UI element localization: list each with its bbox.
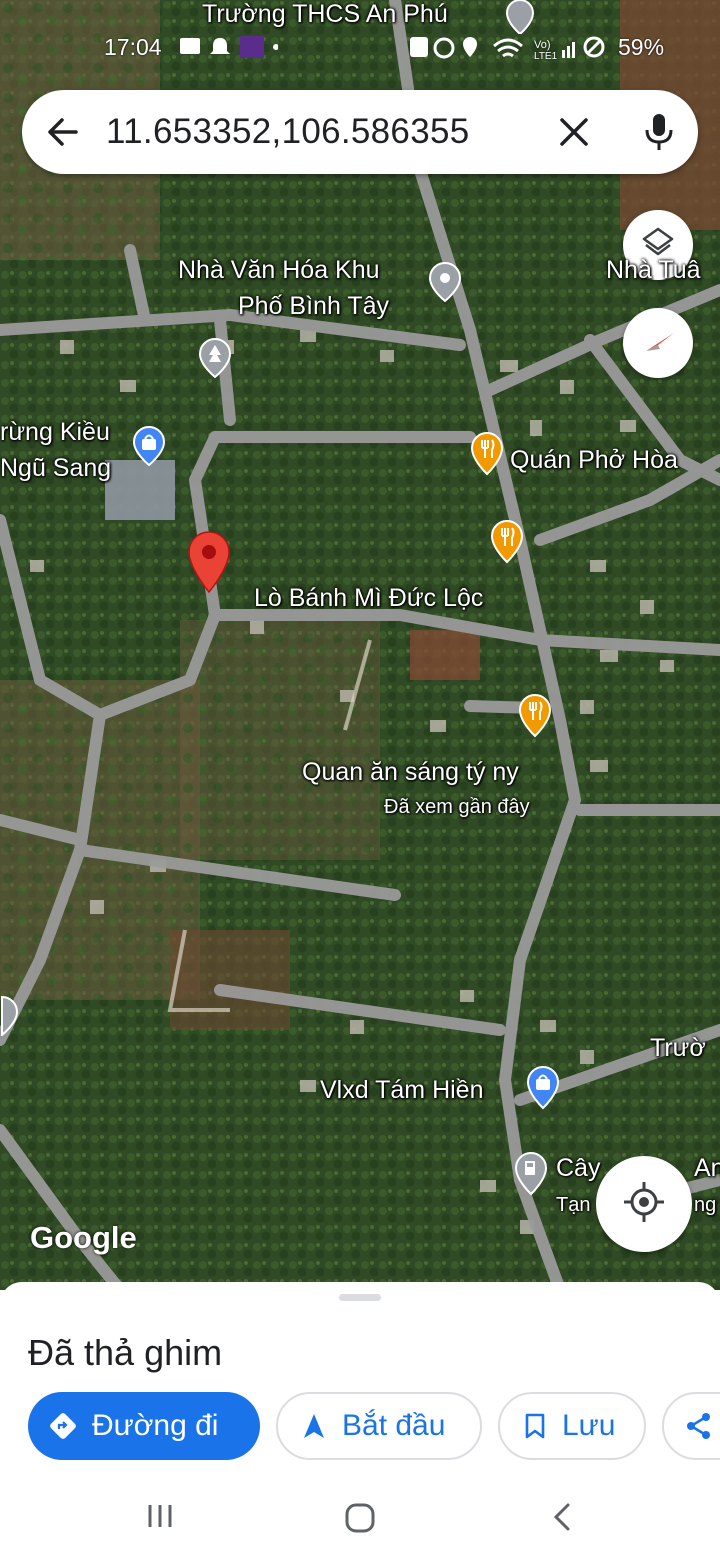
shopping-poi-icon[interactable] <box>526 1066 560 1110</box>
park-poi-icon[interactable] <box>198 338 232 378</box>
poi-sublabel-tan: Tạn <box>556 1194 591 1216</box>
map-view[interactable]: 17:04 Vo) LTE1 59% Trường THCS An Phú 11… <box>0 0 720 1290</box>
app-icon <box>240 36 264 58</box>
start-label: Bắt đầu <box>342 1409 446 1442</box>
status-bar: 17:04 Vo) LTE1 59% <box>0 28 720 68</box>
poi-label-cay-right[interactable]: An <box>694 1154 720 1183</box>
gas-station-poi-icon[interactable] <box>514 1152 548 1196</box>
drag-handle[interactable] <box>339 1294 381 1301</box>
poi-label-quan-an[interactable]: Quan ăn sáng tý ny <box>302 758 519 787</box>
search-bar[interactable]: 11.653352,106.586355 <box>22 90 698 174</box>
status-time: 17:04 <box>104 34 162 60</box>
gallery-icon <box>180 38 200 54</box>
system-nav-bar <box>0 1470 720 1560</box>
compass-button[interactable] <box>623 308 693 378</box>
poi-label-cultural-house-2[interactable]: Phố Bình Tây <box>238 292 389 321</box>
home-icon[interactable] <box>344 1502 376 1539</box>
battery-level: 59% <box>618 34 665 60</box>
shopping-poi-icon[interactable] <box>132 426 166 466</box>
recent-apps-icon[interactable] <box>146 1502 174 1535</box>
restaurant-poi-icon[interactable] <box>518 694 552 738</box>
dropped-pin-icon[interactable] <box>186 530 232 594</box>
directions-icon <box>50 1413 76 1439</box>
place-poi-icon[interactable] <box>0 996 20 1036</box>
poi-label-vlxd[interactable]: Vlxd Tám Hiền <box>320 1076 484 1105</box>
svg-text:Vo): Vo) <box>534 39 551 51</box>
poi-label-banh-mi[interactable]: Lò Bánh Mì Đức Lộc <box>254 584 483 613</box>
microphone-icon[interactable] <box>642 110 676 159</box>
google-attribution: Google <box>30 1220 137 1255</box>
compass-icon <box>638 321 678 366</box>
start-button[interactable]: Bắt đầu <box>276 1392 482 1460</box>
sheet-title: Đã thả ghim <box>28 1332 223 1373</box>
poi-sublabel-recent: Đã xem gần đây <box>384 796 530 818</box>
poi-label-school-top[interactable]: Trường THCS An Phú <box>202 0 448 29</box>
search-query[interactable]: 11.653352,106.586355 <box>106 112 470 152</box>
back-nav-icon[interactable] <box>550 1502 574 1537</box>
restaurant-poi-icon[interactable] <box>490 520 524 564</box>
bookmark-icon <box>524 1412 546 1440</box>
system-status-icons: Vo) LTE1 <box>408 32 608 68</box>
poi-label-cay[interactable]: Cây <box>556 1154 600 1183</box>
arrow-back-icon[interactable] <box>46 112 82 157</box>
navigation-arrow-icon <box>302 1412 326 1440</box>
crosshair-icon <box>622 1180 666 1229</box>
bell-icon <box>210 38 230 54</box>
svg-text:LTE1: LTE1 <box>534 51 558 62</box>
share-icon <box>684 1411 714 1441</box>
save-button[interactable]: Lưu <box>498 1392 646 1460</box>
poi-label-kieu-1[interactable]: rừng Kiều <box>0 418 110 447</box>
close-icon[interactable] <box>556 112 592 157</box>
restaurant-poi-icon[interactable] <box>470 432 504 476</box>
poi-label-top-right[interactable]: Nhà Tuâ <box>606 256 701 285</box>
directions-label: Đường đi <box>92 1409 219 1442</box>
poi-label-cultural-house-1[interactable]: Nhà Văn Hóa Khu <box>178 256 380 285</box>
poi-label-pho-hoa[interactable]: Quán Phở Hòa <box>510 446 678 475</box>
poi-label-truong-right[interactable]: Trườ <box>650 1034 706 1063</box>
place-poi-icon[interactable] <box>428 262 462 302</box>
school-poi-icon[interactable] <box>505 0 535 34</box>
poi-label-kieu-2[interactable]: Ngũ Sang <box>0 454 111 483</box>
save-label: Lưu <box>562 1409 616 1442</box>
notification-icons <box>178 32 279 68</box>
poi-sublabel-ng: ng <box>694 1194 717 1216</box>
directions-button[interactable]: Đường đi <box>28 1392 260 1460</box>
share-button[interactable] <box>662 1392 720 1460</box>
my-location-button[interactable] <box>596 1156 692 1252</box>
